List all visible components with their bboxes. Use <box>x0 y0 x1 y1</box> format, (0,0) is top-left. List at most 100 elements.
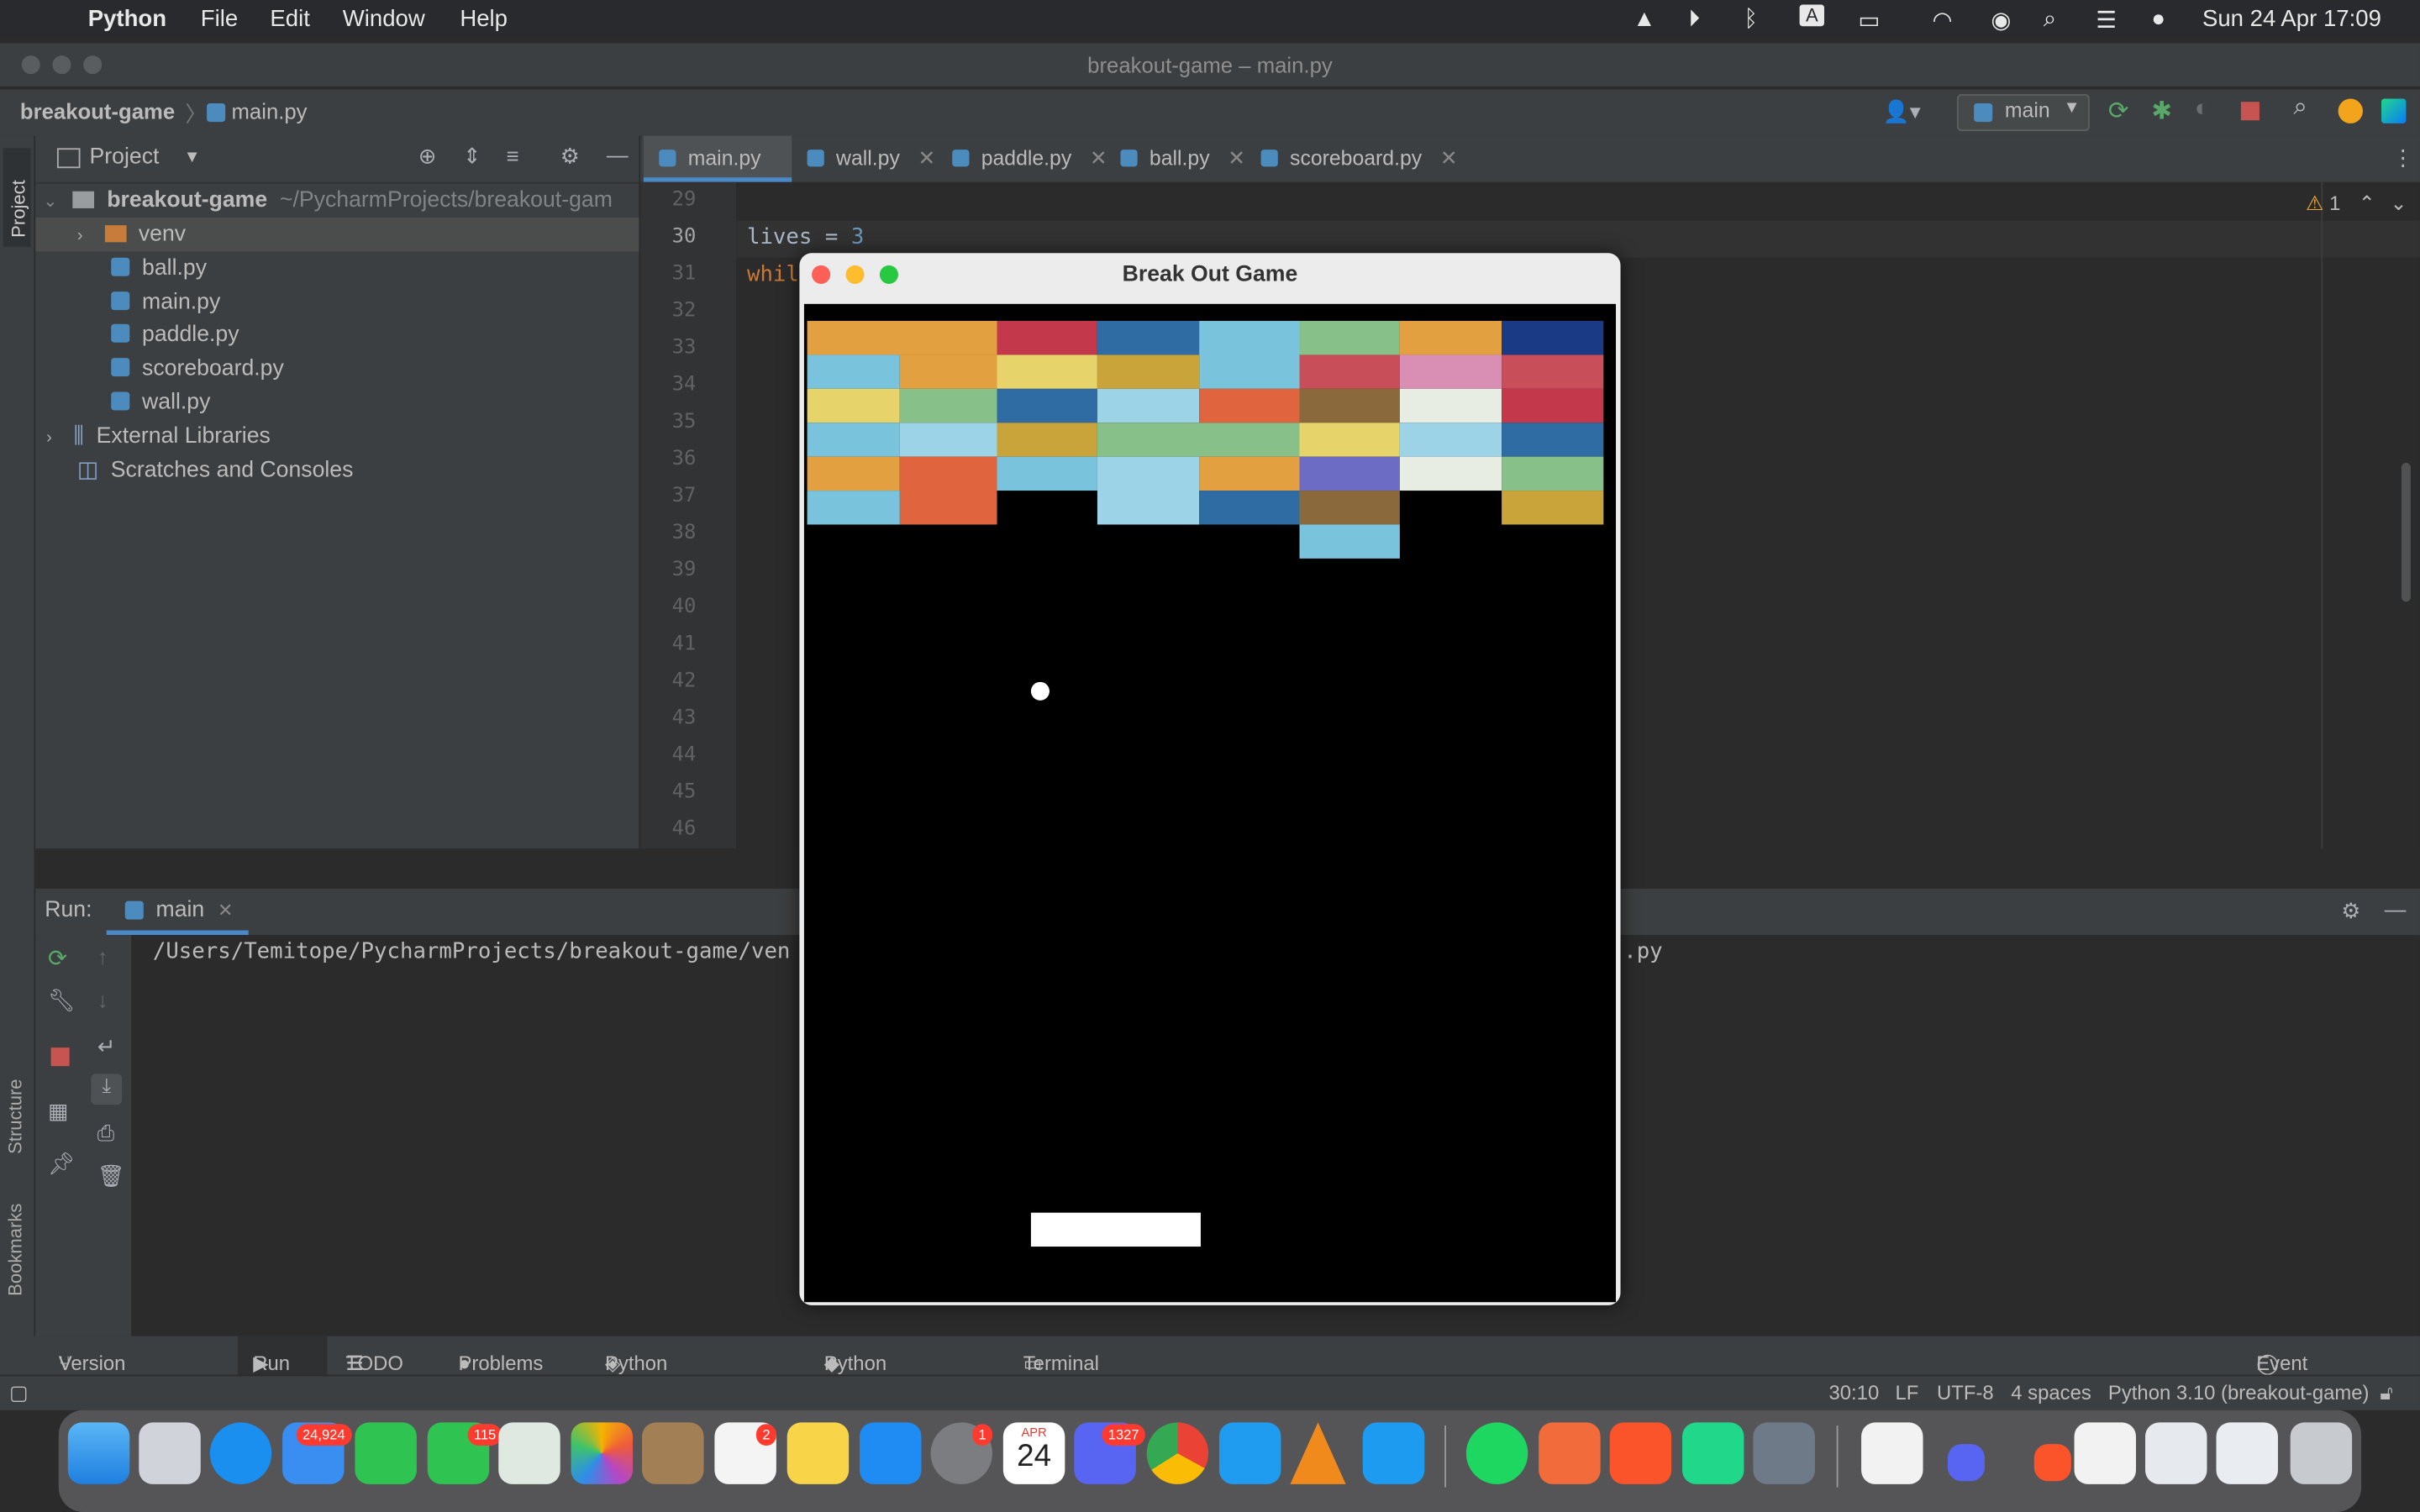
safari-icon[interactable] <box>209 1422 272 1484</box>
python-launcher-icon[interactable] <box>1753 1422 1815 1484</box>
coverage-icon[interactable]: ◐ <box>2195 96 2210 123</box>
tab-main[interactable]: main.py ✕ <box>643 135 792 216</box>
bookmarks-tool-button[interactable]: Bookmarks <box>5 1204 27 1296</box>
structure-tool-button[interactable]: Structure <box>5 1079 27 1153</box>
trash-icon[interactable]: 🗑︎ <box>97 1163 125 1189</box>
pin-icon[interactable]: 📌︎ <box>48 1151 76 1177</box>
jetbrains-toolbox-icon[interactable] <box>2381 98 2407 123</box>
status-encoding[interactable]: UTF-8 <box>1937 1381 1994 1404</box>
more-tabs-icon[interactable]: ⋮ <box>2392 145 2414 171</box>
tree-item-scratches[interactable]: ◫ Scratches and Consoles <box>77 454 354 487</box>
gear-icon[interactable]: ⚙ <box>2341 898 2360 924</box>
play-status-icon[interactable]: ⏵ <box>1688 6 1700 32</box>
rerun-icon[interactable]: ⟳ <box>2108 96 2129 127</box>
status-line-separator[interactable]: LF <box>1895 1381 1918 1404</box>
finder-icon[interactable] <box>67 1422 130 1484</box>
tree-item-wall[interactable]: wall.py <box>111 386 210 419</box>
document-window-thumbnail[interactable] <box>2216 1422 2278 1484</box>
scroll-to-end-icon[interactable]: ⤓ <box>91 1074 123 1105</box>
locate-icon[interactable]: ⊕ <box>418 144 437 170</box>
input-source-icon[interactable]: A <box>1799 4 1825 27</box>
pycharm-icon[interactable] <box>1682 1422 1744 1484</box>
run-config-selector[interactable]: main ▼ <box>1956 94 2090 132</box>
run-tab-main[interactable]: main ✕ <box>106 889 249 936</box>
chevron-down-icon[interactable]: ⌄ <box>2390 192 2407 215</box>
menu-edit[interactable]: Edit <box>270 6 309 32</box>
pdf-document-icon[interactable] <box>1861 1422 1923 1484</box>
user-icon[interactable]: ◉ <box>1991 6 2011 34</box>
tree-item-scoreboard[interactable]: scoreboard.py <box>111 352 284 386</box>
status-indent[interactable]: 4 spaces <box>2011 1381 2091 1404</box>
minimize-window-button[interactable] <box>52 55 71 75</box>
arrow-up-icon[interactable]: ↑ <box>97 944 108 969</box>
hide-panel-icon[interactable]: — <box>607 142 629 166</box>
breadcrumb-file[interactable]: main.py <box>232 99 308 123</box>
vscode-icon[interactable] <box>1218 1422 1281 1484</box>
tree-item-ball[interactable]: ball.py <box>111 251 207 285</box>
menu-window[interactable]: Window <box>343 6 425 32</box>
trash-icon[interactable] <box>2290 1422 2353 1484</box>
browser-window-thumbnail[interactable] <box>2145 1422 2207 1484</box>
wifi-icon[interactable]: ◠ <box>1933 6 1953 34</box>
maps-icon[interactable] <box>498 1422 560 1484</box>
zoom-window-button[interactable] <box>83 55 103 75</box>
search-everywhere-icon[interactable]: ⌕ <box>2293 94 2307 122</box>
collapse-all-icon[interactable]: ≡ <box>506 144 518 168</box>
facetime-icon[interactable] <box>355 1422 417 1484</box>
contacts-icon[interactable] <box>642 1422 704 1484</box>
soft-wrap-icon[interactable]: ↵ <box>97 1034 116 1060</box>
inspection-widget[interactable]: ⚠ 1 ⌃ ⌄ <box>2306 192 2407 216</box>
expand-all-icon[interactable]: ⇕ <box>463 144 481 170</box>
close-icon[interactable]: ✕ <box>1228 146 1245 170</box>
brave-icon[interactable] <box>1609 1422 1672 1484</box>
tab-scoreboard[interactable]: scoreboard.py ✕ <box>1260 136 1458 182</box>
notes-icon[interactable] <box>786 1422 850 1484</box>
wrench-icon[interactable]: 🔧︎ <box>48 987 76 1013</box>
layout-icon[interactable]: ▦ <box>48 1099 68 1125</box>
app-store-icon[interactable] <box>860 1422 922 1484</box>
battery-icon[interactable]: ▭ <box>1858 6 1880 34</box>
update-icon[interactable] <box>2338 98 2363 123</box>
stop-icon[interactable] <box>50 1047 70 1067</box>
game-canvas[interactable] <box>803 303 1617 1303</box>
game-paddle[interactable] <box>1030 1212 1201 1247</box>
stop-icon[interactable] <box>2240 102 2260 121</box>
project-panel-title[interactable]: Project <box>90 145 160 170</box>
status-interpreter[interactable]: Python 3.10 (breakout-game) <box>2108 1381 2370 1404</box>
control-center-icon[interactable]: ☰ <box>2096 6 2117 34</box>
close-icon[interactable]: ✕ <box>1440 146 1458 170</box>
chevron-up-icon[interactable]: ⌃ <box>2359 192 2375 215</box>
close-icon[interactable]: ✕ <box>918 146 935 170</box>
tree-item-main[interactable]: main.py <box>111 286 220 319</box>
tab-wall[interactable]: wall.py ✕ <box>807 136 935 182</box>
spotify-icon[interactable] <box>1465 1422 1528 1484</box>
vlc-status-icon[interactable]: ▲ <box>1633 6 1655 32</box>
clock[interactable]: Sun 24 Apr 17:09 <box>2202 6 2381 32</box>
account-icon[interactable]: 👤▾ <box>1883 99 1921 125</box>
postman-icon[interactable] <box>1539 1422 1601 1484</box>
discord-window-icon[interactable] <box>1947 1444 1985 1482</box>
chevron-down-icon[interactable]: ▼ <box>184 148 201 166</box>
vlc-icon[interactable] <box>1290 1422 1346 1484</box>
launchpad-icon[interactable] <box>139 1422 201 1484</box>
app-menu[interactable]: Python <box>88 6 166 32</box>
close-icon[interactable]: ✕ <box>1090 146 1107 170</box>
close-icon[interactable]: ✕ <box>218 900 233 921</box>
tab-paddle[interactable]: paddle.py ✕ <box>952 136 1107 182</box>
menu-help[interactable]: Help <box>460 6 508 32</box>
debug-icon[interactable]: ✱ <box>2151 96 2172 127</box>
tree-root[interactable]: ⌄ breakout-game ~/PycharmProjects/breako… <box>43 184 612 218</box>
spotlight-icon[interactable]: ⌕ <box>2044 6 2056 32</box>
lock-icon[interactable]: 🔓︎ <box>2380 1381 2392 1405</box>
chrome-icon[interactable] <box>1146 1422 1209 1484</box>
brave-window-icon[interactable] <box>2033 1444 2071 1482</box>
tree-item-venv[interactable]: › venv <box>77 218 186 251</box>
gear-icon[interactable]: ⚙ <box>560 144 580 170</box>
project-tool-button[interactable]: Project <box>3 148 31 247</box>
rerun-icon[interactable]: ⟳ <box>48 944 67 972</box>
arrow-down-icon[interactable]: ↓ <box>97 987 108 1011</box>
tree-item-paddle[interactable]: paddle.py <box>111 318 239 351</box>
close-window-button[interactable] <box>21 55 40 75</box>
breadcrumb-project[interactable]: breakout-game <box>20 99 175 123</box>
tab-ball[interactable]: ball.py ✕ <box>1120 136 1245 182</box>
